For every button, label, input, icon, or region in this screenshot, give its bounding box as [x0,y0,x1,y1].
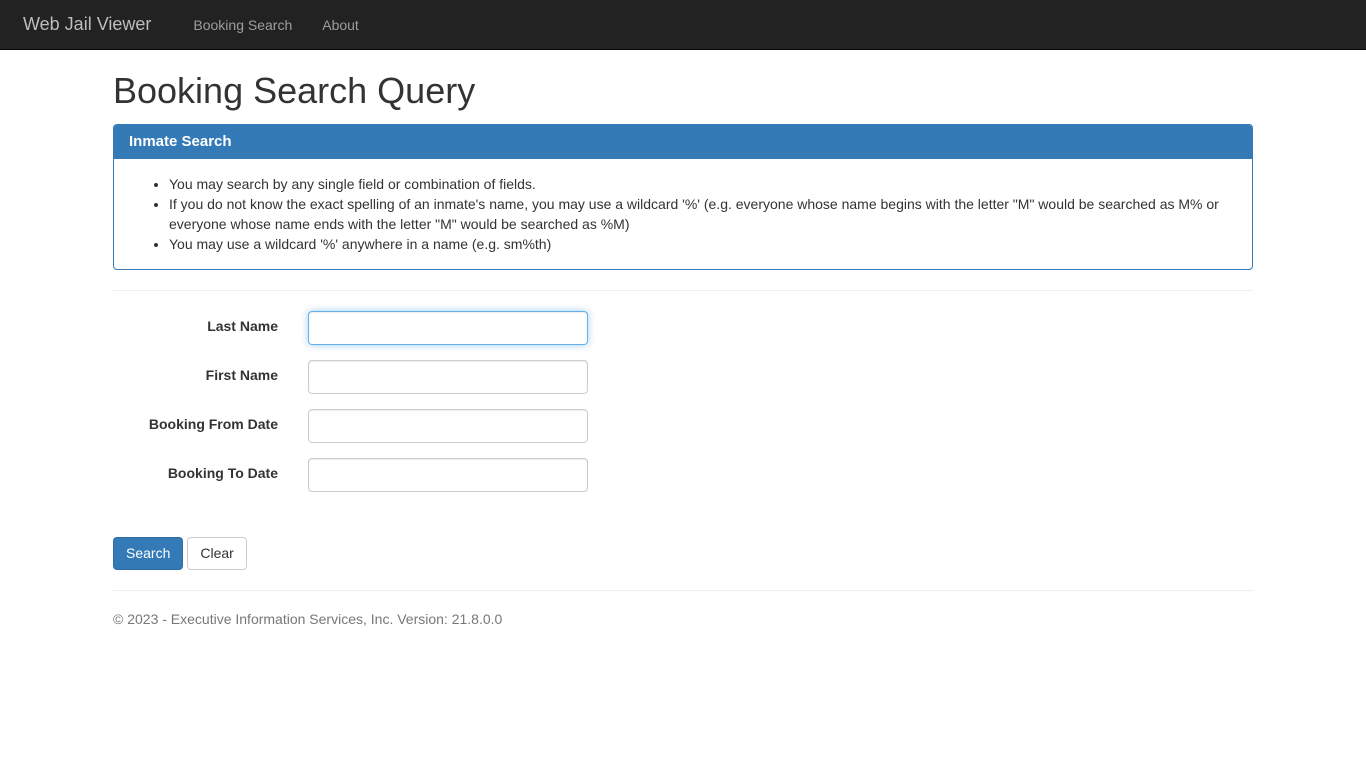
form-row-booking-from-date: Booking From Date [113,408,1253,443]
form-row-booking-to-date: Booking To Date [113,457,1253,492]
instruction-item: You may search by any single field or co… [169,174,1237,194]
instructions-list: You may search by any single field or co… [129,174,1237,254]
booking-from-date-input[interactable] [308,408,588,443]
booking-to-date-input[interactable] [308,457,588,492]
divider-top [113,289,1253,291]
panel-body: You may search by any single field or co… [114,159,1252,269]
booking-from-date-label: Booking From Date [148,415,278,432]
search-button[interactable]: Search [113,536,184,571]
form-row-last-name: Last Name [113,310,1253,345]
divider-bottom [113,590,1253,592]
top-navbar: Web Jail Viewer Booking Search About [0,0,1366,50]
page-footer: © 2023 - Executive Information Services,… [113,611,1253,647]
navbar-brand[interactable]: Web Jail Viewer [8,0,166,49]
last-name-input[interactable] [308,310,588,345]
first-name-label: First Name [205,366,278,383]
last-name-label: Last Name [207,317,278,334]
main-container: Booking Search Query Inmate Search You m… [113,70,1253,647]
first-name-input[interactable] [308,359,588,394]
copyright-text: © 2023 - Executive Information Services,… [113,611,503,628]
form-row-first-name: First Name [113,359,1253,394]
clear-button[interactable]: Clear [187,536,247,571]
navbar-nav: Booking Search About [178,0,373,49]
booking-search-form: Last Name First Name Booking From Date B… [113,310,1253,571]
panel-heading: Inmate Search [114,125,1252,159]
instruction-item: If you do not know the exact spelling of… [169,194,1237,234]
nav-item-about[interactable]: About [307,0,374,49]
inmate-search-panel: Inmate Search You may search by any sing… [113,124,1253,270]
instruction-item: You may use a wildcard '%' anywhere in a… [169,234,1237,254]
booking-to-date-label: Booking To Date [167,464,278,481]
page-title: Booking Search Query [113,70,476,111]
button-row: Search Clear [113,536,1253,571]
nav-item-booking-search[interactable]: Booking Search [178,0,307,49]
